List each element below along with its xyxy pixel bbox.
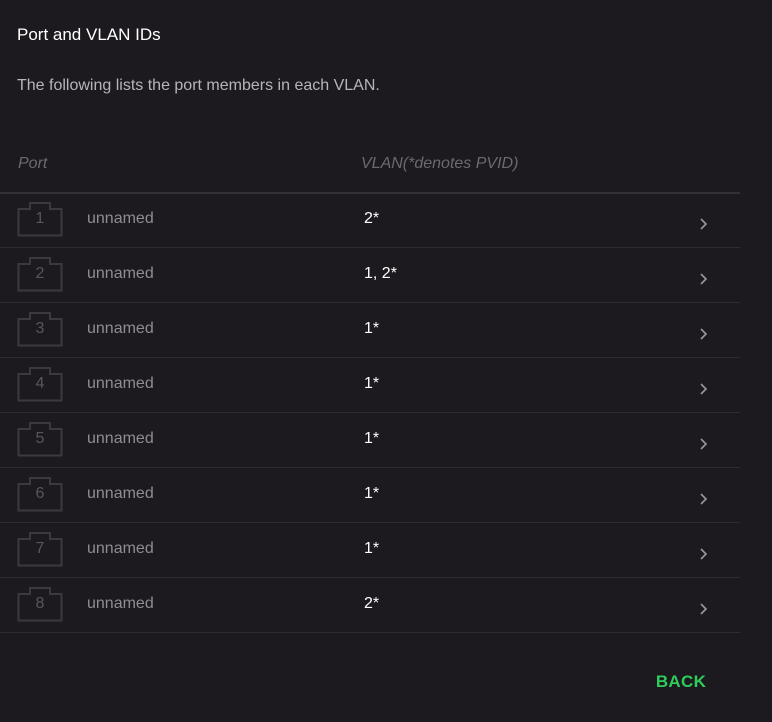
port-row-8[interactable]: 8 unnamed 2* — [0, 578, 740, 633]
port-vlan-ids: 1* — [364, 540, 380, 557]
chevron-right-icon — [700, 548, 708, 560]
port-row-5[interactable]: 5 unnamed 1* — [0, 413, 740, 468]
port-number: 2 — [35, 265, 45, 282]
chevron-right-icon — [700, 328, 708, 340]
ethernet-port-icon: 2 — [17, 256, 63, 292]
port-number: 3 — [35, 320, 45, 337]
port-name: unnamed — [87, 430, 154, 447]
port-vlan-list: 1 unnamed 2* 2 unnamed 1, 2* 3 unnamed 1… — [0, 193, 740, 633]
ethernet-port-icon: 7 — [17, 531, 63, 567]
chevron-right-icon — [700, 493, 708, 505]
ethernet-port-icon: 8 — [17, 586, 63, 622]
ethernet-port-icon: 6 — [17, 476, 63, 512]
port-vlan-ids: 1* — [364, 430, 380, 447]
port-row-7[interactable]: 7 unnamed 1* — [0, 523, 740, 578]
ethernet-port-icon: 4 — [17, 366, 63, 402]
port-name: unnamed — [87, 485, 154, 502]
port-number: 6 — [35, 485, 45, 502]
column-header-port: Port — [18, 155, 48, 172]
port-vlan-ids: 1, 2* — [364, 265, 397, 282]
port-vlan-ids: 1* — [364, 375, 380, 392]
page-description: The following lists the port members in … — [17, 77, 380, 94]
port-vlan-ids: 1* — [364, 485, 380, 502]
port-vlan-ids: 2* — [364, 210, 380, 227]
back-button[interactable]: BACK — [646, 667, 716, 697]
chevron-right-icon — [700, 218, 708, 230]
port-name: unnamed — [87, 265, 154, 282]
port-row-2[interactable]: 2 unnamed 1, 2* — [0, 248, 740, 303]
port-row-1[interactable]: 1 unnamed 2* — [0, 193, 740, 248]
chevron-right-icon — [700, 438, 708, 450]
port-number: 1 — [35, 210, 45, 227]
ethernet-port-icon: 3 — [17, 311, 63, 347]
chevron-right-icon — [700, 603, 708, 615]
port-number: 5 — [35, 430, 45, 447]
page-title: Port and VLAN IDs — [17, 25, 161, 44]
port-name: unnamed — [87, 540, 154, 557]
port-row-4[interactable]: 4 unnamed 1* — [0, 358, 740, 413]
port-number: 7 — [35, 540, 45, 557]
port-name: unnamed — [87, 595, 154, 612]
port-number: 4 — [35, 375, 45, 392]
port-row-3[interactable]: 3 unnamed 1* — [0, 303, 740, 358]
ethernet-port-icon: 1 — [17, 201, 63, 237]
chevron-right-icon — [700, 273, 708, 285]
chevron-right-icon — [700, 383, 708, 395]
port-vlan-ids: 2* — [364, 595, 380, 612]
port-row-6[interactable]: 6 unnamed 1* — [0, 468, 740, 523]
port-name: unnamed — [87, 375, 154, 392]
port-name: unnamed — [87, 320, 154, 337]
table-header: Port VLAN(*denotes PVID) — [0, 152, 740, 194]
port-number: 8 — [35, 595, 45, 612]
column-header-vlan: VLAN(*denotes PVID) — [361, 155, 519, 172]
port-vlan-ids: 1* — [364, 320, 380, 337]
ethernet-port-icon: 5 — [17, 421, 63, 457]
port-name: unnamed — [87, 210, 154, 227]
